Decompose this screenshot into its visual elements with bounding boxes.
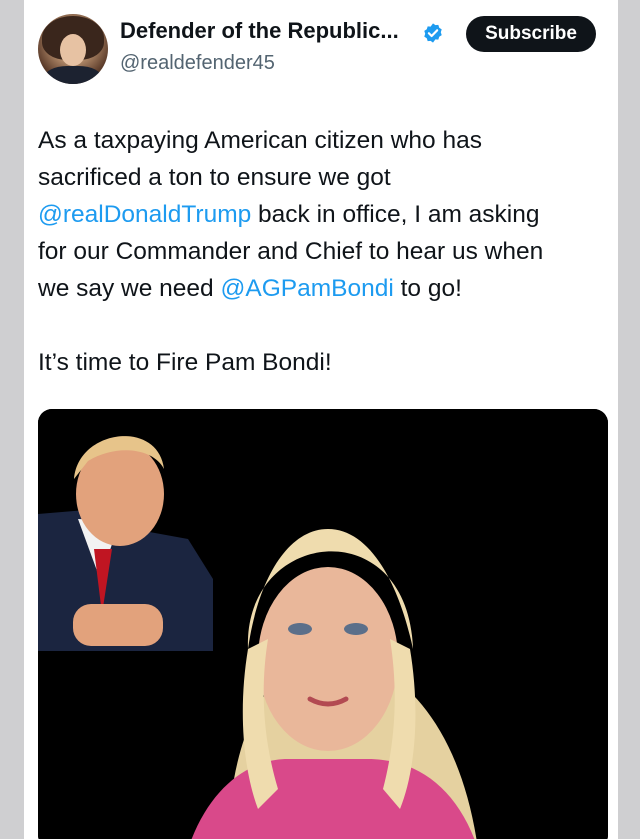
avatar-shirt — [44, 66, 102, 84]
avatar-face — [60, 34, 86, 66]
post-text-segment: sacrificed a ton to ensure we got — [38, 164, 391, 191]
post-text-line: for our Commander and Chief to hear us w… — [38, 233, 608, 270]
post-text-line: As a taxpaying American citizen who has — [38, 122, 608, 159]
post-text-segment: As a taxpaying American citizen who has — [38, 127, 482, 154]
post-text-segment: back in office, I am asking — [251, 201, 540, 228]
post-card[interactable]: Defender of the Republic... @realdefende… — [24, 0, 618, 839]
media-illustration — [38, 409, 608, 839]
verified-badge-icon — [424, 23, 442, 43]
mention-link-trump[interactable]: @realDonaldTrump — [38, 201, 251, 228]
author-name[interactable]: Defender of the Republic... — [120, 18, 399, 44]
author-handle[interactable]: @realdefender45 — [120, 52, 275, 75]
post-text: As a taxpaying American citizen who has … — [38, 122, 608, 381]
post-text-line: @realDonaldTrump back in office, I am as… — [38, 196, 608, 233]
post-text-line: It’s time to Fire Pam Bondi! — [38, 344, 608, 381]
post-text-line: sacrificed a ton to ensure we got — [38, 159, 608, 196]
mention-link-bondi[interactable]: @AGPamBondi — [221, 275, 394, 302]
subscribe-button[interactable]: Subscribe — [466, 16, 596, 52]
post-text-segment: It’s time to Fire Pam Bondi! — [38, 349, 332, 376]
post-text-segment: for our Commander and Chief to hear us w… — [38, 238, 544, 265]
post-text-segment: we say we need — [38, 275, 221, 302]
post-text-line: we say we need @AGPamBondi to go! — [38, 270, 608, 307]
post-media-image[interactable] — [38, 409, 608, 839]
post-text-segment: to go! — [393, 275, 462, 302]
avatar[interactable] — [38, 14, 108, 84]
